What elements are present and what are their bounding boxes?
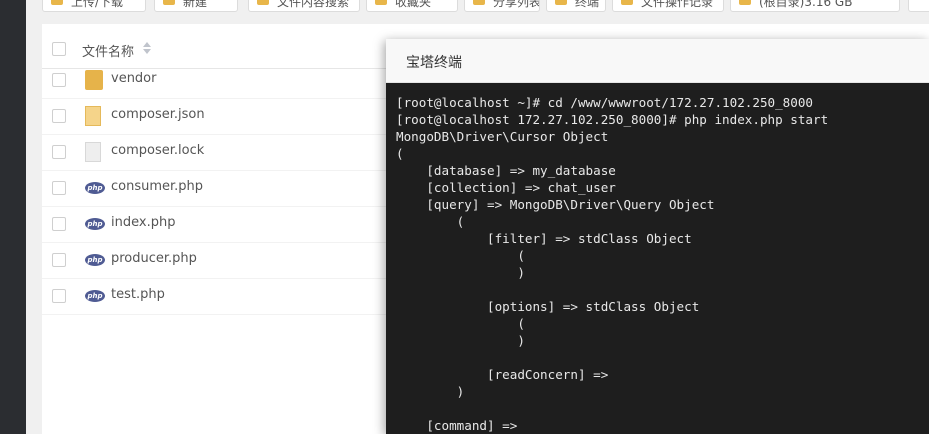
row-checkbox[interactable] — [52, 73, 66, 87]
log-icon — [621, 0, 633, 5]
row-checkbox[interactable] — [52, 109, 66, 123]
terminal-icon — [555, 0, 567, 5]
disk-icon — [739, 0, 751, 5]
file-name[interactable]: test.php — [111, 287, 165, 302]
lock-file-icon — [85, 142, 101, 162]
new-file-icon — [163, 0, 175, 5]
file-name[interactable]: index.php — [111, 215, 175, 230]
terminal-output: [root@localhost ~]# cd /www/wwwroot/172.… — [396, 95, 829, 433]
upload-icon — [51, 0, 63, 5]
terminal-screen[interactable]: [root@localhost ~]# cd /www/wwwroot/172.… — [386, 83, 929, 434]
upload-download-button[interactable]: 上传/下载 — [42, 0, 146, 12]
more-button[interactable] — [908, 0, 929, 12]
search-icon — [257, 0, 269, 5]
file-name[interactable]: consumer.php — [111, 179, 203, 194]
file-name[interactable]: composer.json — [111, 107, 205, 122]
sort-icon[interactable] — [142, 40, 152, 56]
php-file-icon: php — [85, 254, 105, 266]
filename-column-header[interactable]: 文件名称 — [82, 41, 134, 60]
file-name[interactable]: vendor — [111, 71, 156, 86]
terminal-dialog: 宝塔终端 [root@localhost ~]# cd /www/wwwroot… — [386, 39, 929, 434]
php-file-icon: php — [85, 182, 105, 194]
share-icon — [473, 0, 485, 5]
share-list-button[interactable]: 分享列表 — [464, 0, 540, 12]
operation-log-button[interactable]: 文件操作记录 — [612, 0, 724, 12]
toolbar: 上传/下载 新建 文件内容搜索 收藏夹 分享列表 终端 文件操作记录 (根目录)… — [42, 0, 929, 12]
favorites-button[interactable]: 收藏夹 — [366, 0, 458, 12]
terminal-button[interactable]: 终端 — [546, 0, 606, 12]
star-icon — [375, 0, 387, 5]
php-file-icon: php — [85, 290, 105, 302]
row-checkbox[interactable] — [52, 181, 66, 195]
root-disk-button[interactable]: (根目录)3.16 GB — [730, 0, 900, 12]
json-file-icon — [85, 106, 101, 126]
select-all-checkbox[interactable] — [52, 42, 66, 56]
content-search-button[interactable]: 文件内容搜索 — [248, 0, 360, 12]
php-file-icon: php — [85, 218, 105, 230]
folder-icon — [85, 70, 103, 90]
row-checkbox[interactable] — [52, 289, 66, 303]
file-name[interactable]: producer.php — [111, 251, 197, 266]
row-checkbox[interactable] — [52, 253, 66, 267]
new-button[interactable]: 新建 — [154, 0, 238, 12]
row-checkbox[interactable] — [52, 145, 66, 159]
file-name[interactable]: composer.lock — [111, 143, 204, 158]
terminal-dialog-title: 宝塔终端 — [406, 55, 462, 71]
row-checkbox[interactable] — [52, 217, 66, 231]
terminal-dialog-titlebar[interactable]: 宝塔终端 — [386, 39, 929, 83]
